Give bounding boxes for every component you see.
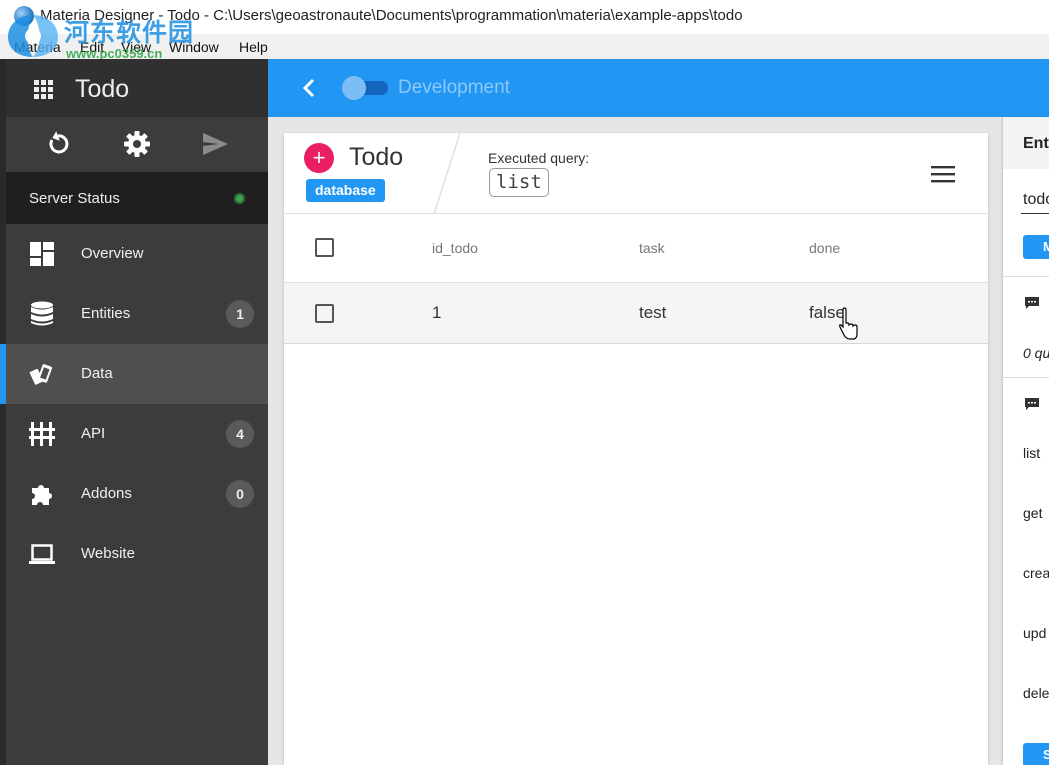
laptop-icon [29,544,55,564]
sidebar-item-entities[interactable]: Entities 1 [6,284,268,344]
send-icon[interactable] [201,130,229,158]
sidebar-item-overview[interactable]: Overview [6,224,268,284]
addons-count-badge: 0 [226,480,254,508]
menu-view[interactable]: View [121,39,151,55]
entity-title: Todo [349,143,404,171]
comment-icon [1025,297,1039,309]
sidebar-item-label: Overview [81,245,144,262]
window-titlebar: Materia Designer - Todo - C:\Users\geoas… [0,0,1049,34]
entity-name-underline [1021,213,1049,214]
sidebar-item-data[interactable]: Data [0,344,268,404]
sidebar-item-label: Data [81,365,113,382]
column-header-id-todo[interactable]: id_todo [432,240,478,256]
apps-grid-icon[interactable] [34,80,53,99]
sidebar-item-label: Addons [81,485,132,502]
api-item-create[interactable]: crea [1023,565,1049,581]
comment-icon [1025,398,1039,410]
entity-tag: database [306,179,385,202]
environment-label: Development [398,77,510,98]
top-app-bar: Development [268,59,1049,117]
window-title: Materia Designer - Todo - C:\Users\geoas… [40,7,743,24]
api-item-get[interactable]: get [1023,505,1042,521]
server-status-label: Server Status [29,190,120,207]
queries-count: 0 qu [1023,345,1049,361]
entity-name[interactable]: todo [1023,191,1049,209]
api-count-badge: 4 [226,420,254,448]
api-icon [29,422,55,446]
sidebar-item-label: API [81,425,106,442]
cell-task: test [639,303,667,322]
panel-action-button[interactable]: M [1023,235,1049,259]
column-header-done[interactable]: done [809,240,840,256]
sidebar-item-api[interactable]: API 4 [6,404,268,464]
sidebar-item-label: Entities [81,305,131,322]
menu-window[interactable]: Window [169,39,219,55]
header-divider [433,133,461,214]
sidebar-item-addons[interactable]: Addons 0 [6,464,268,524]
panel-divider [1003,276,1049,277]
gear-icon[interactable] [123,130,151,158]
panel-header: Enti [1003,117,1049,169]
reload-icon[interactable] [44,130,72,158]
app-name: Todo [75,75,130,103]
puzzle-icon [32,485,52,505]
dashboard-icon [30,242,54,266]
select-all-checkbox[interactable] [315,238,334,257]
sidebar-item-label: Website [81,545,135,562]
api-item-delete[interactable]: dele [1023,685,1049,701]
menu-edit[interactable]: Edit [80,39,104,55]
cards-icon [29,364,53,385]
environment-toggle[interactable] [342,76,388,100]
add-row-button[interactable]: + [304,143,334,173]
api-item-list[interactable]: list [1023,445,1040,461]
entity-side-panel: Enti todo M 0 qu list get crea upd dele … [1003,117,1049,765]
hand-cursor-icon [839,307,858,340]
table-row[interactable]: 1 test false [284,283,988,344]
menu-materia[interactable]: Materia [14,39,61,55]
menu-icon[interactable] [931,165,955,183]
menu-bar: Materia Edit View Window Help [0,34,1049,59]
api-item-update[interactable]: upd [1023,625,1046,641]
panel-bottom-button[interactable]: S [1023,743,1049,765]
row-checkbox[interactable] [315,304,334,323]
executed-query-label: Executed query: [488,150,590,166]
sidebar-item-website[interactable]: Website [6,524,268,584]
toggle-thumb [342,76,366,100]
app-logo-icon [14,6,34,26]
chevron-left-icon[interactable] [300,78,318,98]
executed-query[interactable]: list [489,168,549,197]
database-icon [31,301,53,326]
data-card: + Todo database Executed query: list id_… [284,133,988,765]
sidebar-toolbar [6,117,268,172]
panel-divider [1003,377,1049,378]
table-header: id_todo task done [284,214,988,283]
column-header-task[interactable]: task [639,240,665,256]
server-status-indicator [234,193,245,204]
cell-id-todo: 1 [432,303,442,322]
card-header: + Todo database Executed query: list [284,133,988,214]
sidebar-header: Todo [6,59,268,117]
panel-title: Enti [1023,135,1049,152]
menu-help[interactable]: Help [239,39,268,55]
entities-count-badge: 1 [226,300,254,328]
server-status[interactable]: Server Status [6,172,268,224]
